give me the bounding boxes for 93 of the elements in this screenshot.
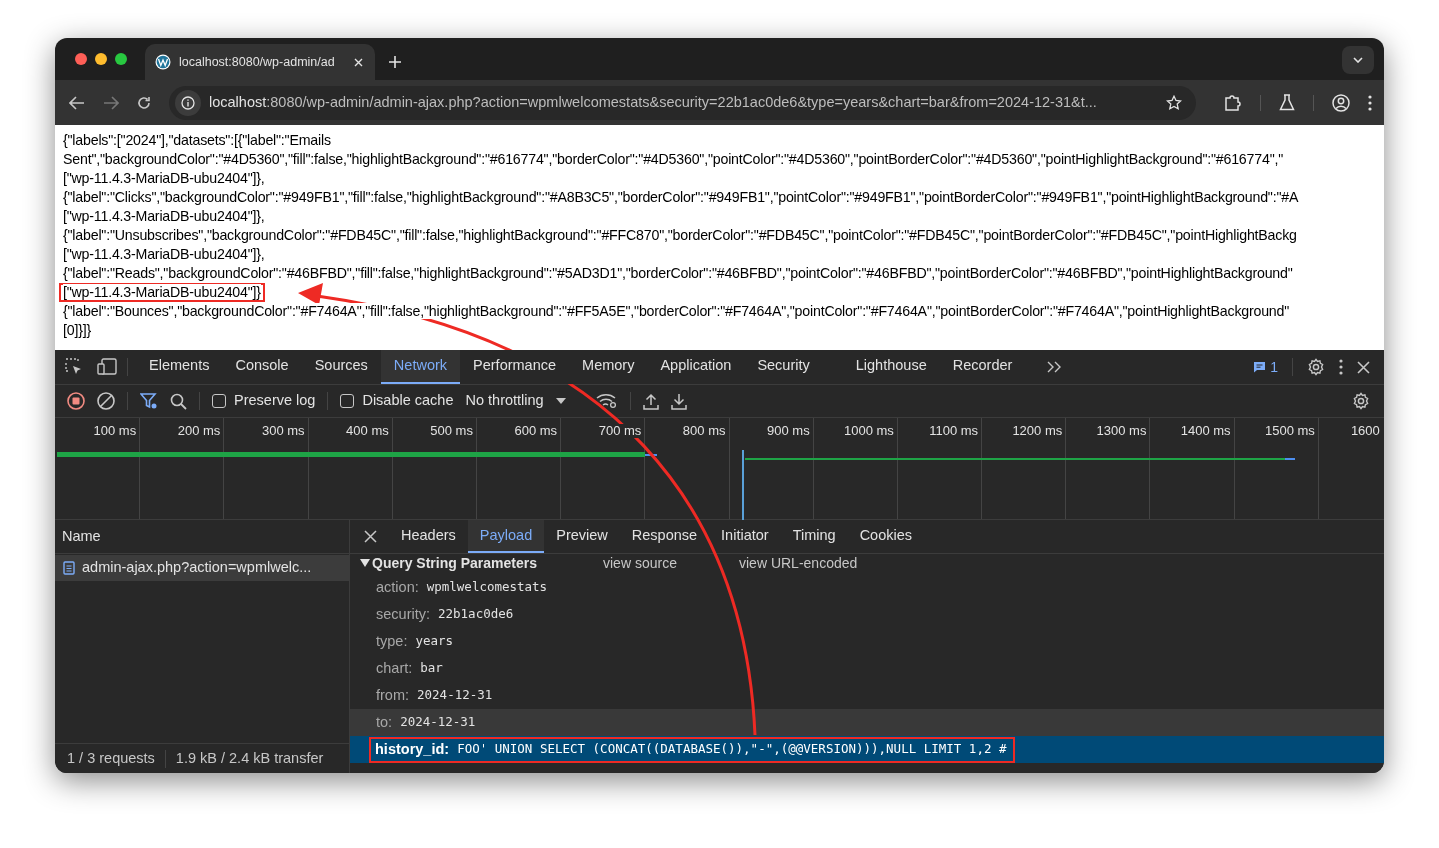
clear-icon[interactable] xyxy=(97,392,115,410)
parameter-row[interactable]: chart: bar xyxy=(350,655,1384,682)
reload-icon[interactable] xyxy=(137,95,151,110)
parameter-key: type: xyxy=(376,630,408,653)
parameter-key: security: xyxy=(376,603,430,626)
parameter-row[interactable]: action: wpmlwelcomestats xyxy=(350,574,1384,601)
timeline-tick-label: 1100 ms xyxy=(929,424,979,438)
request-count: 1 / 3 requests xyxy=(67,748,155,768)
disable-cache-checkbox[interactable]: Disable cache xyxy=(340,390,454,412)
tab-search-button[interactable] xyxy=(1342,46,1374,74)
menu-icon[interactable] xyxy=(1368,94,1372,111)
parameter-key: from: xyxy=(376,684,410,707)
caret-icon xyxy=(555,398,566,404)
details-tab[interactable]: Cookies xyxy=(847,520,925,553)
more-tabs-icon[interactable] xyxy=(1047,361,1062,373)
network-conditions-icon[interactable] xyxy=(595,393,618,409)
download-icon[interactable] xyxy=(670,392,687,410)
timeline-tick-label: 700 ms xyxy=(598,424,642,438)
timeline-tick-label: 800 ms xyxy=(682,424,726,438)
timeline-tick-label: 1400 ms xyxy=(1180,424,1231,438)
details-tab[interactable]: Initiator xyxy=(709,520,781,553)
details-tab[interactable]: Response xyxy=(619,520,710,553)
parameter-value: 22b1ac0de6 xyxy=(438,605,514,624)
more-options-icon[interactable] xyxy=(1339,359,1343,375)
back-icon[interactable] xyxy=(69,95,85,110)
wordpress-logo-icon xyxy=(155,54,171,70)
view-source-link[interactable]: view source xyxy=(603,554,739,572)
settings-icon[interactable] xyxy=(1307,358,1325,376)
url-text: localhost:8080/wp-admin/admin-ajax.php?action=wpmlwelcomestats&security=22b1ac0de6&type=years&chart=bar&from=2024-12-31&t... xyxy=(209,92,1097,112)
parameter-row[interactable]: to: 2024-12-31 xyxy=(350,709,1384,736)
timeline-tick-label: 1500 ms xyxy=(1264,424,1315,438)
extension-puzzle-icon[interactable] xyxy=(1224,93,1242,112)
details-tab[interactable]: Headers xyxy=(389,520,468,553)
bookmark-star-icon[interactable] xyxy=(1166,94,1182,111)
tab-title: localhost:8080/wp-admin/ad xyxy=(179,53,335,71)
document-icon xyxy=(63,561,75,575)
address-bar[interactable]: localhost:8080/wp-admin/admin-ajax.php?action=wpmlwelcomestats&security=22b1ac0de6&type=years&chart=bar&from=2024-12-31&t... xyxy=(169,85,1196,120)
throttling-dropdown[interactable]: No throttling xyxy=(465,390,566,412)
timeline-tick-label: 1200 ms xyxy=(1012,424,1063,438)
timeline-tick-label: 1000 ms xyxy=(844,424,894,438)
parameter-key: action: xyxy=(376,576,419,599)
timeline-tick-label: 400 ms xyxy=(346,424,389,438)
parameter-key: chart: xyxy=(376,657,413,680)
parameter-key: history_id: xyxy=(375,738,450,761)
parameter-row[interactable]: from: 2024-12-31 xyxy=(350,682,1384,709)
parameter-key: to: xyxy=(376,711,393,734)
chevron-down-icon xyxy=(1353,57,1363,63)
issues-badge[interactable]: 1 xyxy=(1253,356,1278,378)
devtools-tab[interactable]: Network xyxy=(380,350,461,384)
parameter-value: wpmlwelcomestats xyxy=(426,578,548,597)
details-tab[interactable]: Payload xyxy=(467,520,545,553)
parameter-value: 2024-12-31 xyxy=(400,713,476,732)
details-tab[interactable]: Timing xyxy=(780,520,848,553)
timeline-tick-label: 1300 ms xyxy=(1096,424,1147,438)
search-icon[interactable] xyxy=(170,392,187,410)
request-name: admin-ajax.php?action=wpmlwelc... xyxy=(82,558,312,578)
transfer-size: 1.9 kB / 2.4 kB transfer xyxy=(175,748,324,768)
flask-icon[interactable] xyxy=(1279,94,1295,111)
timeline-tick-label: 300 ms xyxy=(261,424,305,438)
timeline-tick-label: 900 ms xyxy=(767,424,810,438)
timeline-tick-label: 600 ms xyxy=(514,424,558,438)
info-icon[interactable] xyxy=(181,95,195,110)
view-url-encoded-link[interactable]: view URL-encoded xyxy=(739,554,858,572)
parameter-value: FOO' UNION SELECT (CONCAT((DATABASE()),"-",(@@VERSION))),NULL LIMIT 1,2 # xyxy=(457,740,1007,759)
column-header[interactable]: Name xyxy=(62,525,101,548)
parameter-row[interactable]: security: 22b1ac0de6 xyxy=(350,601,1384,628)
timeline-tick-label: 1600 xyxy=(1350,424,1380,438)
details-tab[interactable]: Preview xyxy=(544,520,620,553)
close-tab-icon[interactable] xyxy=(354,57,363,67)
forward-icon[interactable] xyxy=(103,95,119,110)
section-header[interactable]: Query String Parameters xyxy=(360,554,603,572)
browser-tab[interactable]: localhost:8080/wp-admin/ad xyxy=(145,44,375,80)
request-row[interactable]: admin-ajax.php?action=wpmlwelc... xyxy=(55,555,349,581)
new-tab-icon[interactable] xyxy=(389,56,401,68)
parameter-value: years xyxy=(415,632,454,651)
expand-triangle-icon[interactable] xyxy=(360,559,370,567)
parameter-value: 2024-12-31 xyxy=(417,686,493,705)
close-icon[interactable] xyxy=(364,530,377,543)
timeline-tick-label: 200 ms xyxy=(177,424,221,438)
profile-icon[interactable] xyxy=(1332,93,1350,112)
parameter-value: bar xyxy=(420,659,443,678)
filter-icon[interactable] xyxy=(140,392,158,410)
inspect-element-icon[interactable] xyxy=(65,358,83,376)
network-settings-icon[interactable] xyxy=(1352,392,1370,410)
parameter-row[interactable]: history_id: FOO' UNION SELECT (CONCAT((DATABASE()),"-",(@@VERSION))),NULL LIMIT 1,2 # xyxy=(350,736,1384,763)
close-icon[interactable] xyxy=(1357,360,1370,374)
record-stop-icon[interactable] xyxy=(67,392,85,410)
timeline-tick-label: 500 ms xyxy=(430,424,473,438)
parameter-row[interactable]: type: years xyxy=(350,628,1384,655)
device-toolbar-icon[interactable] xyxy=(97,358,117,376)
timeline-tick-label: 100 ms xyxy=(93,424,137,438)
upload-icon[interactable] xyxy=(642,392,659,410)
preserve-log-checkbox[interactable]: Preserve log xyxy=(212,390,316,412)
